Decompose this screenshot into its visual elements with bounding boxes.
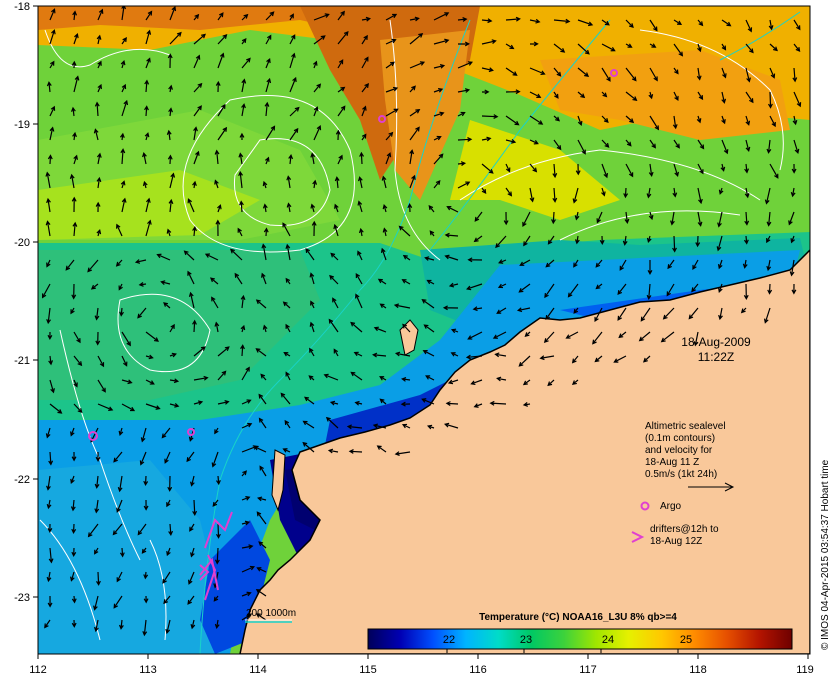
lon-tick-label: 115 <box>359 664 377 676</box>
legend-sealevel-line: Altimetric sealevel <box>645 421 726 432</box>
lon-tick-label: 112 <box>29 664 47 676</box>
sst-map: 112 113 114 115 116 117 118 119 -18 -19 … <box>14 1 831 676</box>
lat-axis: -18 -19 -20 -21 -22 -23 <box>14 1 30 604</box>
lon-tick-label: 114 <box>249 664 267 676</box>
sst-field <box>38 6 810 654</box>
lon-tick-label: 119 <box>796 664 814 676</box>
lat-tick-label: -22 <box>14 474 30 486</box>
legend-sealevel-line: 0.5m/s (1kt 24h) <box>645 469 717 480</box>
colorbar-title: Temperature (°C) NOAA16_L3U 8% qb>=4 <box>479 612 677 623</box>
lat-tick-label: -21 <box>14 355 30 367</box>
legend-argo-label: Argo <box>660 501 682 512</box>
lon-tick-label: 113 <box>139 664 157 676</box>
colorbar-bar <box>367 628 793 650</box>
legend-sealevel-line: and velocity for <box>645 445 713 456</box>
credit-text: © IMOS 04-Apr-2015 03:54:37 Hobart time <box>820 459 831 650</box>
legend-sealevel-line: (0.1m contours) <box>645 433 715 444</box>
legend-isobath-label: 200 1000m <box>246 608 296 619</box>
colorbar-tick: 24 <box>602 634 614 646</box>
colorbar-tick: 25 <box>680 634 692 646</box>
legend-drifter-line: 18-Aug 12Z <box>650 536 702 547</box>
lat-tick-label: -19 <box>14 119 30 131</box>
lon-tick-label: 117 <box>579 664 597 676</box>
timestamp-time: 11:22Z <box>698 350 734 364</box>
lon-tick-label: 118 <box>689 664 707 676</box>
lat-tick-label: -23 <box>14 592 30 604</box>
lat-tick-label: -18 <box>14 1 30 13</box>
lat-tick-label: -20 <box>14 237 30 249</box>
legend-drifter-line: drifters@12h to <box>650 524 719 535</box>
lon-tick-label: 116 <box>469 664 487 676</box>
lon-axis: 112 113 114 115 116 117 118 119 <box>29 664 814 676</box>
timestamp-date: 18-Aug-2009 <box>681 335 751 349</box>
colorbar-tick: 23 <box>520 634 532 646</box>
legend-sealevel-line: 18-Aug 11 Z <box>645 457 699 468</box>
colorbar-tick: 22 <box>443 634 455 646</box>
